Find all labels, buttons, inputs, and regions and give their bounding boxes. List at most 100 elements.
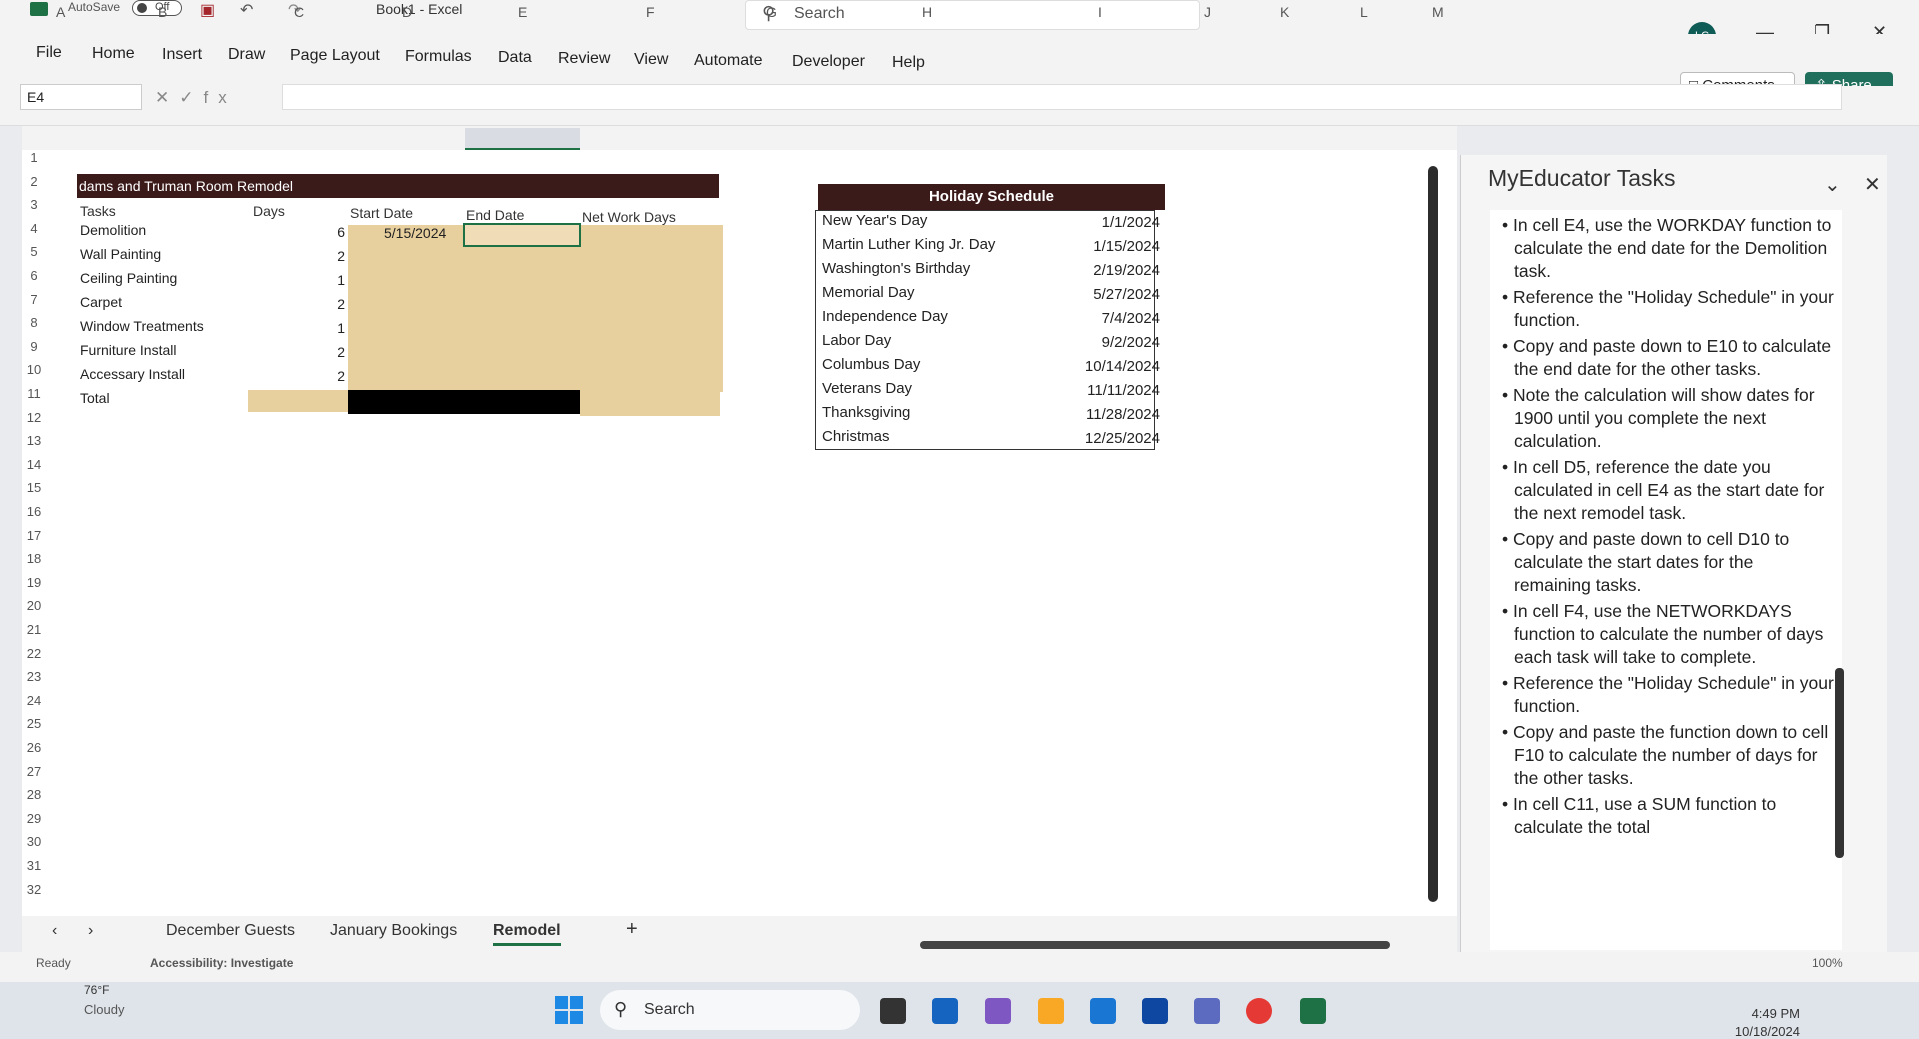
clock-date[interactable]: 10/18/2024 (1718, 1024, 1800, 1039)
row-header[interactable]: 2 (24, 174, 44, 189)
holiday-name[interactable]: New Year's Day (822, 212, 927, 229)
holiday-date[interactable]: 11/11/2024 (1045, 382, 1160, 399)
task-cell[interactable]: Wall Painting (80, 246, 161, 262)
formula-controls[interactable]: ✕✓fx (155, 88, 237, 108)
copilot-icon[interactable] (985, 998, 1011, 1024)
tab-home[interactable]: Home (92, 45, 135, 63)
row-header[interactable]: 7 (24, 292, 44, 307)
column-header-f[interactable]: F (646, 4, 655, 20)
excel-taskbar-icon[interactable] (1300, 998, 1326, 1024)
teams-icon[interactable] (1194, 998, 1220, 1024)
task-cell[interactable]: Carpet (80, 294, 122, 310)
column-header-k[interactable]: K (1280, 4, 1289, 20)
sheet-tab-remodel[interactable]: Remodel (493, 922, 561, 946)
row-header[interactable]: 27 (24, 764, 44, 779)
row-header[interactable]: 31 (24, 858, 44, 873)
tab-formulas[interactable]: Formulas (405, 48, 472, 66)
row-header[interactable]: 25 (24, 716, 44, 731)
holiday-name[interactable]: Columbus Day (822, 356, 920, 373)
holiday-name[interactable]: Veterans Day (822, 380, 912, 397)
row-header[interactable]: 18 (24, 551, 44, 566)
vertical-scrollbar[interactable] (1428, 166, 1438, 902)
dropbox-icon[interactable] (1142, 998, 1168, 1024)
file-explorer-icon[interactable] (880, 998, 906, 1024)
row-header[interactable]: 16 (24, 504, 44, 519)
holiday-name[interactable]: Thanksgiving (822, 404, 910, 421)
column-header-b[interactable]: B (158, 4, 167, 20)
column-header-h[interactable]: H (922, 4, 932, 20)
row-header[interactable]: 26 (24, 740, 44, 755)
task-cell[interactable]: Ceiling Painting (80, 270, 177, 286)
total-net-work-days-cell[interactable] (580, 392, 720, 416)
tab-file[interactable]: File (36, 44, 62, 62)
row-header[interactable]: 22 (24, 646, 44, 661)
row-header[interactable]: 10 (24, 362, 44, 377)
tab-draw[interactable]: Draw (228, 46, 265, 64)
weather-temp[interactable]: 76°F (84, 983, 109, 997)
row-header[interactable]: 8 (24, 315, 44, 330)
holiday-name[interactable]: Memorial Day (822, 284, 915, 301)
add-sheet-button[interactable]: + (626, 918, 638, 941)
days-cell[interactable]: 1 (305, 272, 345, 288)
row-header[interactable]: 23 (24, 669, 44, 684)
holiday-date[interactable]: 1/15/2024 (1045, 238, 1160, 255)
horizontal-scrollbar[interactable] (920, 941, 1390, 949)
close-pane-icon[interactable]: ✕ (1864, 172, 1881, 197)
start-date-cell[interactable]: 5/15/2024 (384, 225, 446, 241)
folder-icon[interactable] (1038, 998, 1064, 1024)
row-header[interactable]: 15 (24, 480, 44, 495)
holiday-name[interactable]: Martin Luther King Jr. Day (822, 236, 995, 253)
sheet-next-icon[interactable]: › (88, 922, 93, 940)
holiday-name[interactable]: Independence Day (822, 308, 948, 325)
tab-developer[interactable]: Developer (792, 53, 865, 71)
holiday-date[interactable]: 7/4/2024 (1045, 310, 1160, 327)
accessibility-status[interactable]: Accessibility: Investigate (150, 956, 293, 970)
row-header[interactable]: 19 (24, 575, 44, 590)
days-cell[interactable]: 1 (305, 320, 345, 336)
column-header-a[interactable]: A (56, 4, 65, 20)
weather-condition[interactable]: Cloudy (84, 1002, 124, 1017)
row-header[interactable]: 17 (24, 528, 44, 543)
task-cell[interactable]: Accessary Install (80, 366, 185, 382)
taskbar-search[interactable]: ⚲ Search (600, 990, 860, 1030)
tab-help[interactable]: Help (892, 54, 925, 72)
sheet-prev-icon[interactable]: ‹ (52, 922, 57, 940)
mail-icon[interactable] (1090, 998, 1116, 1024)
total-days-cell[interactable] (248, 390, 348, 412)
total-label[interactable]: Total (80, 390, 110, 406)
holiday-date[interactable]: 12/25/2024 (1045, 430, 1160, 447)
holiday-date[interactable]: 10/14/2024 (1045, 358, 1160, 375)
clock-time[interactable]: 4:49 PM (1728, 1006, 1800, 1021)
save-icon[interactable]: ▣ (200, 0, 215, 20)
row-header[interactable]: 14 (24, 457, 44, 472)
task-pane-scrollbar[interactable] (1835, 668, 1844, 858)
row-header[interactable]: 1 (24, 150, 44, 165)
undo-icon[interactable]: ↶ (240, 0, 253, 20)
row-header[interactable]: 11 (24, 386, 44, 401)
row-header[interactable]: 21 (24, 622, 44, 637)
tab-data[interactable]: Data (498, 49, 532, 67)
column-header-j[interactable]: J (1204, 4, 1211, 20)
tab-page-layout[interactable]: Page Layout (290, 47, 380, 65)
column-header-l[interactable]: L (1360, 4, 1368, 20)
task-cell[interactable]: Demolition (80, 222, 146, 238)
days-cell[interactable]: 2 (305, 248, 345, 264)
days-cell[interactable]: 2 (305, 368, 345, 384)
row-header[interactable]: 13 (24, 433, 44, 448)
task-cell[interactable]: Window Treatments (80, 318, 204, 334)
name-box[interactable]: E4 (20, 84, 142, 110)
zoom-level[interactable]: 100% (1812, 956, 1843, 970)
row-header[interactable]: 9 (24, 339, 44, 354)
windows-start-icon[interactable] (555, 996, 583, 1024)
holiday-date[interactable]: 11/28/2024 (1045, 406, 1160, 423)
store-icon[interactable] (932, 998, 958, 1024)
sheet-tab-january-bookings[interactable]: January Bookings (330, 922, 457, 940)
task-cell[interactable]: Furniture Install (80, 342, 176, 358)
row-header[interactable]: 24 (24, 693, 44, 708)
tab-automate[interactable]: Automate (694, 52, 762, 70)
autosave-toggle[interactable]: Off (132, 0, 182, 16)
formula-input[interactable] (282, 84, 1842, 110)
row-header[interactable]: 28 (24, 787, 44, 802)
days-cell[interactable]: 2 (305, 344, 345, 360)
row-header[interactable]: 3 (24, 197, 44, 212)
